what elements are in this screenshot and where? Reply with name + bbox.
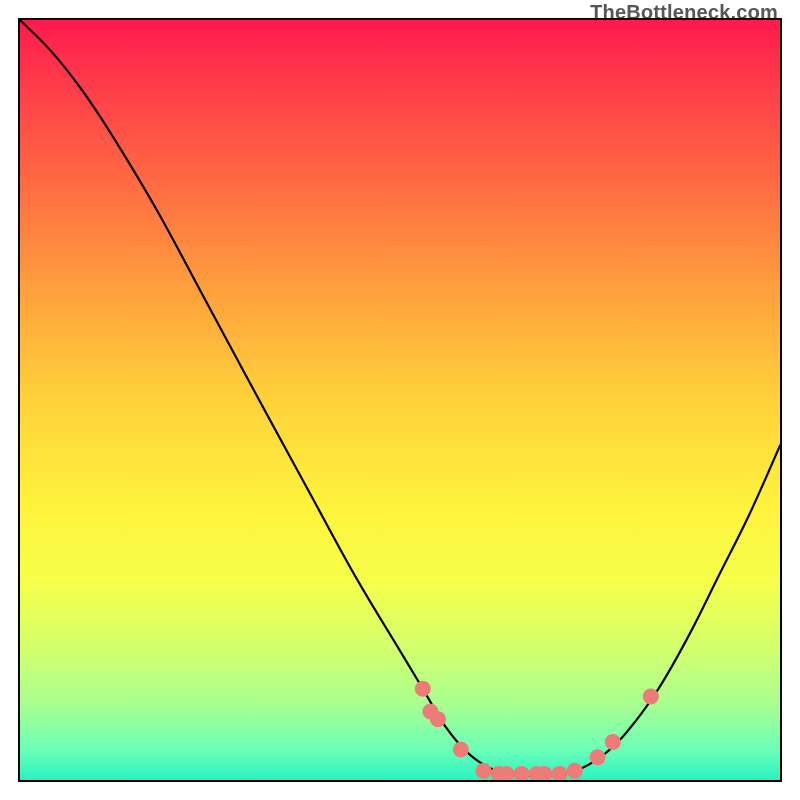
chart-container: TheBottleneck.com: [0, 0, 800, 800]
data-point: [514, 766, 530, 780]
data-point: [605, 734, 621, 750]
data-point: [552, 766, 568, 780]
data-point: [590, 749, 606, 765]
data-points: [415, 681, 659, 780]
data-point: [567, 763, 583, 779]
data-point: [415, 681, 431, 697]
data-point: [476, 763, 492, 779]
plot-area: [18, 18, 782, 782]
chart-svg: [20, 20, 780, 780]
data-point: [453, 742, 469, 758]
data-point: [643, 688, 659, 704]
bottleneck-curve: [20, 20, 780, 776]
data-point: [430, 711, 446, 727]
